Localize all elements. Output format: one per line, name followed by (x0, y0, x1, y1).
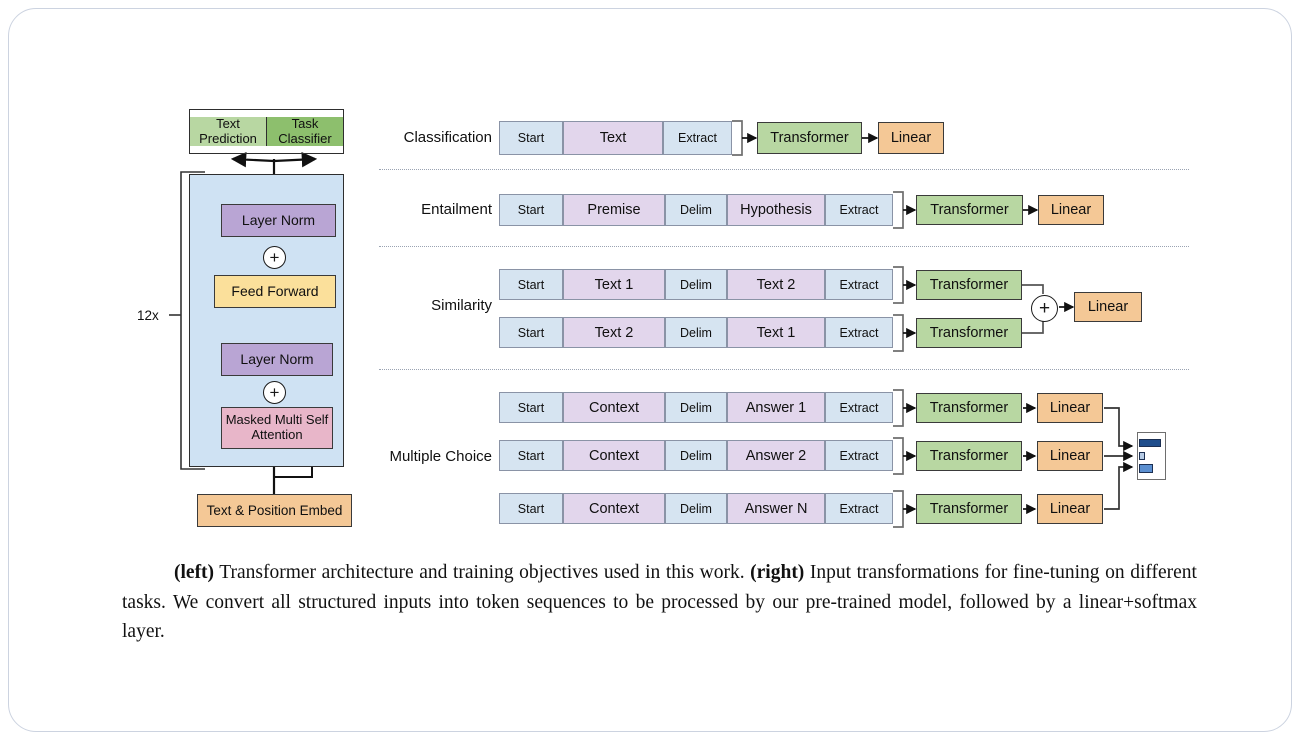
text-position-embed-box: Text & Position Embed (197, 494, 352, 527)
transformer-box-similarity-2: Transformer (916, 318, 1022, 348)
token-start: Start (499, 317, 563, 348)
token-extract: Extract (825, 194, 893, 226)
token-start: Start (499, 493, 563, 524)
separator-3 (379, 369, 1189, 370)
token-text: Text (563, 121, 663, 155)
linear-box-mc-3: Linear (1037, 494, 1103, 524)
token-answer-2: Answer 2 (727, 440, 825, 471)
token-start: Start (499, 440, 563, 471)
separator-1 (379, 169, 1189, 170)
token-text-1: Text 1 (727, 317, 825, 348)
separator-2 (379, 246, 1189, 247)
transformer-box-mc-1: Transformer (916, 393, 1022, 423)
token-extract: Extract (825, 493, 893, 524)
transformer-box-mc-3: Transformer (916, 494, 1022, 524)
output-bar-3 (1139, 464, 1153, 473)
figure-card: Text Prediction Task Classifier Layer No… (8, 8, 1292, 732)
figure-area: Text Prediction Task Classifier Layer No… (9, 9, 1291, 731)
token-hypothesis: Hypothesis (727, 194, 825, 226)
residual-add-icon-top: + (263, 246, 286, 269)
caption-left-text: Transformer architecture and training ob… (214, 562, 751, 583)
linear-box-mc-1: Linear (1037, 393, 1103, 423)
token-extract: Extract (825, 317, 893, 348)
token-delim: Delim (665, 392, 727, 423)
token-start: Start (499, 121, 563, 155)
transformer-box-similarity-1: Transformer (916, 270, 1022, 300)
output-bar-1 (1139, 439, 1161, 447)
token-extract: Extract (825, 269, 893, 300)
task-label-multiple-choice: Multiple Choice (389, 448, 492, 465)
text-prediction-head: Text Prediction (190, 116, 267, 147)
token-text-2: Text 2 (563, 317, 665, 348)
task-label-similarity: Similarity (431, 297, 492, 314)
token-delim: Delim (665, 194, 727, 226)
token-answer-n: Answer N (727, 493, 825, 524)
token-context: Context (563, 392, 665, 423)
token-delim: Delim (665, 493, 727, 524)
linear-box-mc-2: Linear (1037, 441, 1103, 471)
token-premise: Premise (563, 194, 665, 226)
similarity-add-icon: + (1031, 295, 1058, 322)
token-extract: Extract (825, 392, 893, 423)
residual-add-icon-bottom: + (263, 381, 286, 404)
figure-caption: (left) Transformer architecture and trai… (122, 558, 1197, 647)
token-answer-1: Answer 1 (727, 392, 825, 423)
caption-right-bold: (right) (750, 562, 805, 583)
token-text-1: Text 1 (563, 269, 665, 300)
token-delim: Delim (665, 317, 727, 348)
masked-multi-self-attention-box: Masked Multi Self Attention (221, 407, 333, 449)
token-delim: Delim (665, 440, 727, 471)
linear-box-classification: Linear (878, 122, 944, 154)
softmax-output-box (1137, 432, 1166, 480)
task-label-entailment: Entailment (421, 201, 492, 218)
transformer-box-classification: Transformer (757, 122, 862, 154)
token-extract: Extract (825, 440, 893, 471)
token-delim: Delim (665, 269, 727, 300)
linear-box-entailment: Linear (1038, 195, 1104, 225)
token-extract: Extract (663, 121, 732, 155)
linear-box-similarity: Linear (1074, 292, 1142, 322)
layer-norm-bottom-box: Layer Norm (221, 343, 333, 376)
token-text-2: Text 2 (727, 269, 825, 300)
repeat-count-label: 12x (137, 308, 159, 323)
token-context: Context (563, 440, 665, 471)
transformer-box-entailment: Transformer (916, 195, 1023, 225)
caption-left-bold: (left) (174, 562, 215, 583)
token-start: Start (499, 392, 563, 423)
transformer-box-mc-2: Transformer (916, 441, 1022, 471)
token-start: Start (499, 269, 563, 300)
task-label-classification: Classification (403, 129, 492, 146)
token-start: Start (499, 194, 563, 226)
token-context: Context (563, 493, 665, 524)
output-bar-2 (1139, 452, 1145, 460)
